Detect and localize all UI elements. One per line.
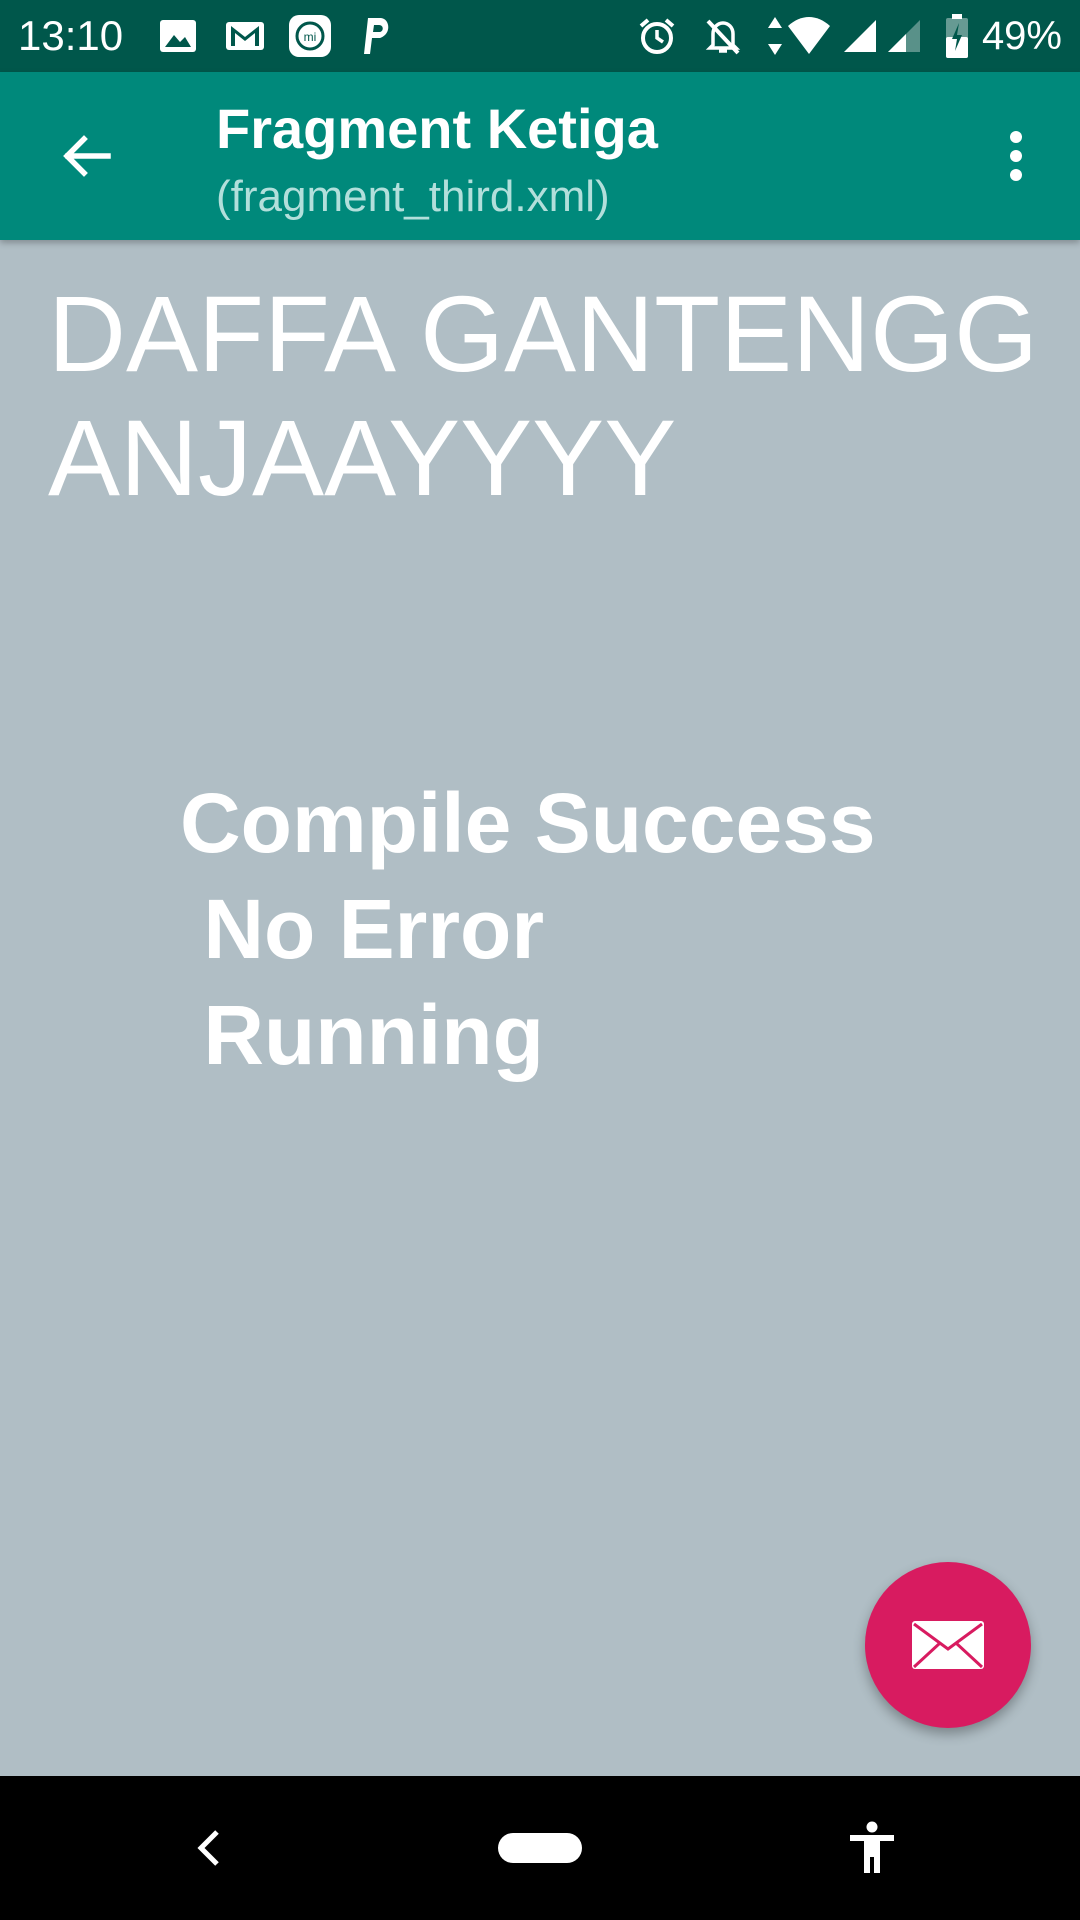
mi-icon: mi <box>287 0 333 72</box>
page-subtitle: (fragment_third.xml) <box>216 172 610 221</box>
overflow-menu-button[interactable] <box>972 112 1060 200</box>
arrow-back-icon <box>63 135 111 177</box>
wifi-icon <box>786 0 832 72</box>
data-arrows-icon <box>766 0 784 72</box>
page-title: Fragment Ketiga <box>216 97 658 160</box>
status-time: 13:10 <box>18 12 124 59</box>
compile-status-text: Compile Success No Error Running <box>180 776 876 1082</box>
mail-fab-button[interactable] <box>865 1562 1031 1728</box>
nav-back-button[interactable] <box>178 1776 238 1920</box>
accessibility-icon <box>850 1821 894 1873</box>
alarm-icon <box>636 0 678 72</box>
bell-off-icon <box>702 0 744 72</box>
svg-text:mi: mi <box>304 30 317 44</box>
nav-accessibility-button[interactable] <box>842 1776 902 1920</box>
nav-home-button[interactable] <box>490 1776 590 1920</box>
back-button[interactable] <box>42 112 130 200</box>
app-bar: Fragment Ketiga (fragment_third.xml) <box>0 72 1080 240</box>
more-vert-icon <box>1010 131 1022 181</box>
navigation-bar <box>0 1776 1080 1920</box>
image-icon <box>158 0 198 72</box>
heading-text: DAFFA GANTENGG ANJAAYYYY <box>48 273 1039 518</box>
gmail-icon <box>224 0 266 72</box>
battery-charging-icon <box>944 0 970 72</box>
envelope-icon <box>912 1621 984 1669</box>
back-icon <box>197 1830 219 1866</box>
home-pill-icon <box>498 1833 582 1863</box>
signal-icon <box>842 0 878 72</box>
status-bar: 13:10 mi 49% <box>0 0 1080 72</box>
parking-p-icon <box>358 0 394 72</box>
signal-weak-icon <box>886 0 922 72</box>
battery-percent: 49% <box>981 14 1062 58</box>
